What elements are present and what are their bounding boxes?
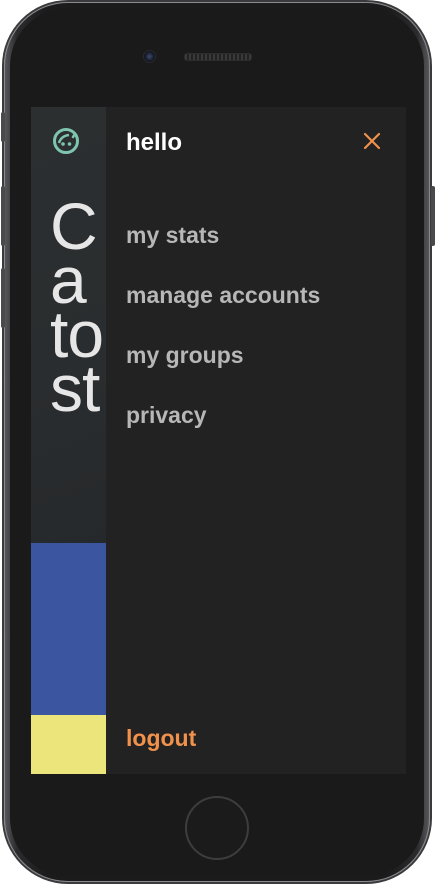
phone-screen: C a to st hello my stats manage accounts… (31, 107, 406, 774)
volume-up-button (1, 186, 5, 246)
menu-item-my-groups[interactable]: my groups (126, 341, 320, 401)
menu-item-my-stats[interactable]: my stats (126, 221, 320, 281)
close-button[interactable] (359, 128, 385, 154)
blue-section (31, 543, 106, 715)
headline-line: st (50, 351, 100, 426)
drawer-title: hello (126, 129, 183, 156)
home-button[interactable] (185, 796, 249, 860)
mute-switch (1, 112, 5, 142)
volume-down-button (1, 268, 5, 328)
menu-item-manage-accounts[interactable]: manage accounts (126, 281, 320, 341)
drawer-menu-list: my stats manage accounts my groups priva… (126, 221, 320, 461)
menu-item-privacy[interactable]: privacy (126, 401, 320, 461)
earpiece-speaker (184, 53, 252, 61)
background-app: C a to st (31, 107, 106, 774)
yellow-section (31, 715, 106, 774)
close-icon (363, 132, 381, 150)
power-button (431, 186, 435, 246)
face-logo-icon[interactable] (52, 127, 80, 155)
hero-headline: C a to st (50, 193, 106, 421)
side-drawer-menu: hello my stats manage accounts my groups… (106, 107, 406, 774)
logout-link[interactable]: logout (126, 725, 196, 752)
front-camera (143, 50, 156, 63)
